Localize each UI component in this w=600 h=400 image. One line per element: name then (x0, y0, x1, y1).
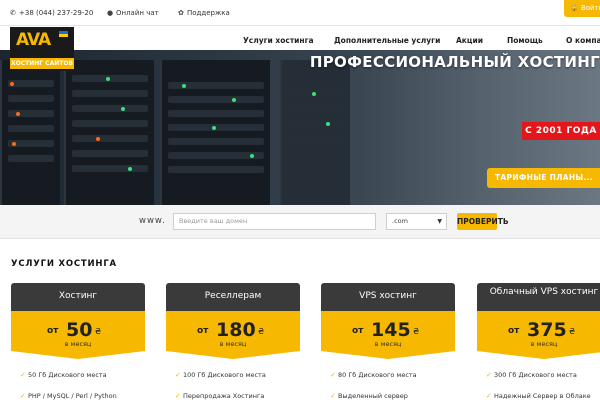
plan-feature: ✓ 80 Гб Дискового места (330, 371, 417, 379)
domain-input[interactable]: Введите ваш домен (173, 213, 376, 230)
currency-symbol: ₴ (413, 327, 420, 336)
check-icon: ✓ (175, 371, 181, 379)
currency-symbol: ₴ (258, 327, 265, 336)
nav-about[interactable]: О компании (566, 36, 600, 50)
login-button[interactable]: 🔒 Войти (564, 0, 600, 17)
price-amount: 375 (527, 319, 567, 341)
chevron-down-icon: ▼ (437, 218, 442, 225)
currency-symbol: ₴ (569, 327, 576, 336)
server-rack-image (280, 60, 350, 205)
price-period: в месяц (374, 340, 402, 348)
since-badge: С 2001 ГОДА (522, 122, 600, 140)
check-icon: ✓ (175, 392, 181, 400)
plan-card-reseller[interactable]: Реселлерам от 180 ₴ в месяц ✓ 100 Гб Диск… (166, 283, 300, 400)
check-icon: ✓ (486, 392, 492, 400)
check-icon: ✓ (330, 392, 336, 400)
check-icon: ✓ (486, 371, 492, 379)
nav-hosting-services[interactable]: Услуги хостинга (243, 36, 314, 50)
plan-card-hosting[interactable]: Хостинг от 50 ₴ в месяц ✓ 50 Гб Дискового… (11, 283, 145, 400)
support-link[interactable]: ✿ Поддержка (178, 0, 230, 26)
price-amount: 50 (66, 319, 93, 341)
site-logo[interactable]: AVA ХОСТИНГ САЙТОВ (10, 27, 74, 71)
logo-subtitle: ХОСТИНГ САЙТОВ (10, 58, 74, 69)
plan-feature: ✓ Перепродажа Хостинга (175, 392, 265, 400)
check-icon: ✓ (20, 371, 26, 379)
plan-feature: ✓ Надежный Сервер в Облаке (486, 392, 591, 400)
plan-feature: ✓ 50 Гб Дискового места (20, 371, 107, 379)
tariff-plans-button[interactable]: ТАРИФНЫЕ ПЛАНЫ... (487, 168, 600, 188)
www-prefix: www. (139, 216, 166, 226)
logo-mark: AVA (16, 30, 51, 50)
price-from: от (47, 326, 59, 336)
plan-name: Реселлерам (166, 283, 300, 311)
plan-name: Хостинг (11, 283, 145, 311)
gear-icon: ✿ (178, 9, 184, 17)
top-bar: ✆ +38 (044) 237-29-20 ● Онлайн чат ✿ Поддер… (0, 0, 600, 26)
plan-feature: ✓ 100 Гб Дискового места (175, 371, 266, 379)
price-amount: 145 (371, 319, 411, 341)
hero-title: ПРОФЕССИОНАЛЬНЫЙ ХОСТИНГ (309, 53, 600, 71)
plan-feature: ✓ Выделенный сервер (330, 392, 408, 400)
plan-card-cloud-vps[interactable]: Облачный VPS хостинг от 375 ₴ в месяц ✓ 3… (477, 283, 600, 400)
price-from: от (197, 326, 209, 336)
phone-contact[interactable]: ✆ +38 (044) 237-29-20 (10, 0, 93, 26)
price-from: от (352, 326, 364, 336)
server-rack-image (0, 60, 60, 205)
currency-symbol: ₴ (95, 327, 102, 336)
check-icon: ✓ (330, 371, 336, 379)
plan-name: Облачный VPS хостинг (477, 283, 600, 311)
domain-zone-select[interactable]: .com ▼ (386, 213, 447, 230)
chat-icon: ● (107, 9, 114, 17)
plan-card-vps[interactable]: VPS хостинг от 145 ₴ в месяц ✓ 80 Гб Диск… (321, 283, 455, 400)
plan-feature: ✓ 300 Гб Дискового места (486, 371, 577, 379)
phone-icon: ✆ (10, 9, 16, 17)
check-domain-button[interactable]: ПРОВЕРИТЬ (457, 213, 509, 230)
domain-zone-value: .com (392, 217, 408, 225)
nav-help[interactable]: Помощь (507, 36, 543, 50)
ukraine-flag-icon (59, 31, 68, 37)
server-rack-image (160, 60, 270, 205)
price-period: в месяц (530, 340, 558, 348)
section-title: УСЛУГИ ХОСТИНГА (11, 259, 117, 269)
plan-feature: ✓ PHP / MySQL / Perl / Python (20, 392, 117, 400)
price-period: в месяц (64, 340, 92, 348)
price-amount: 180 (216, 319, 256, 341)
price-from: от (508, 326, 520, 336)
nav-additional-services[interactable]: Дополнительные услуги (334, 36, 440, 50)
online-chat-link[interactable]: ● Онлайн чат (107, 0, 159, 26)
plan-name: VPS хостинг (321, 283, 455, 311)
server-rack-image (64, 60, 154, 205)
lock-icon: 🔒 (570, 4, 579, 12)
nav-promotions[interactable]: Акции (456, 36, 483, 50)
price-period: в месяц (219, 340, 247, 348)
check-icon: ✓ (20, 392, 26, 400)
